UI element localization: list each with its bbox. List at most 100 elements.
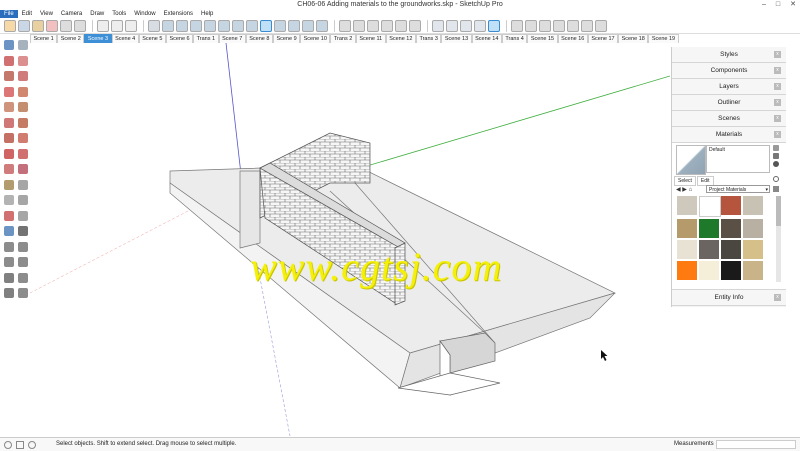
section-cuts-icon[interactable] <box>525 19 537 32</box>
monochrome-icon[interactable] <box>316 19 328 32</box>
back-view-icon[interactable] <box>218 19 230 32</box>
freehand-icon[interactable] <box>18 71 28 81</box>
material-swatch[interactable] <box>699 196 721 217</box>
rectangle-icon[interactable] <box>74 19 86 32</box>
menu-draw[interactable]: Draw <box>86 10 108 18</box>
axes-icon[interactable] <box>4 210 14 221</box>
material-swatch[interactable] <box>677 219 697 238</box>
tab-scene[interactable]: Scene 9 <box>272 34 301 43</box>
tab-scene[interactable]: Trans 3 <box>415 34 442 43</box>
rotate-icon[interactable] <box>18 148 28 159</box>
section-plane-icon[interactable] <box>511 19 523 32</box>
tab-scene[interactable]: Scene 12 <box>385 34 416 43</box>
material-swatch[interactable] <box>743 240 763 259</box>
styles-panel-header[interactable]: Styles x <box>672 47 786 63</box>
material-swatch[interactable] <box>677 261 697 280</box>
close-icon[interactable]: ✕ <box>790 0 796 10</box>
close-icon[interactable]: x <box>774 83 781 90</box>
3d-text-icon[interactable] <box>18 210 28 221</box>
zoom-extents-icon[interactable] <box>4 257 14 267</box>
menu-help[interactable]: Help <box>197 10 217 18</box>
arc-2pt-icon[interactable] <box>18 86 28 97</box>
components-panel-header[interactable]: Components x <box>672 63 786 79</box>
help-icon[interactable] <box>28 441 36 449</box>
top-view-icon[interactable] <box>176 19 188 32</box>
tab-scene[interactable]: Scene 8 <box>245 34 273 43</box>
offset-icon[interactable] <box>18 164 28 174</box>
paint-bucket-icon[interactable] <box>32 19 44 32</box>
create-material-icon[interactable] <box>773 153 779 159</box>
material-swatch[interactable] <box>743 261 763 280</box>
walk-icon[interactable] <box>4 288 14 298</box>
tab-scene[interactable]: Scene 10 <box>300 34 331 43</box>
look-around-icon[interactable] <box>18 272 28 283</box>
maximize-icon[interactable]: □ <box>776 0 780 10</box>
sample-paint-icon[interactable] <box>773 176 779 182</box>
menu-camera[interactable]: Camera <box>57 10 86 18</box>
front-view-icon[interactable] <box>190 19 202 32</box>
tab-scene[interactable]: Scene 6 <box>165 34 194 43</box>
select-icon[interactable] <box>4 19 16 32</box>
eraser-icon[interactable] <box>18 55 28 66</box>
materials-panel-header[interactable]: Materials x <box>672 127 786 143</box>
share-model-icon[interactable] <box>367 19 379 32</box>
section-plane-icon[interactable] <box>18 288 28 298</box>
menu-tools[interactable]: Tools <box>108 10 130 18</box>
zoom-window-icon[interactable] <box>474 19 486 32</box>
material-swatch[interactable] <box>743 196 763 215</box>
right-view-icon[interactable] <box>204 19 216 32</box>
default-material-icon[interactable] <box>773 161 779 167</box>
previous-icon[interactable] <box>18 257 28 267</box>
pencil-icon[interactable] <box>60 19 72 32</box>
menu-extensions[interactable]: Extensions <box>160 10 197 18</box>
scale-icon[interactable] <box>4 164 14 174</box>
close-icon[interactable]: x <box>774 131 781 138</box>
shaded-textures-icon[interactable] <box>260 19 272 32</box>
details-icon[interactable] <box>773 186 779 192</box>
paint-icon[interactable] <box>4 55 14 66</box>
position-camera-icon[interactable] <box>4 272 14 283</box>
rotated-rect-icon[interactable] <box>18 102 28 112</box>
camera-orbit-icon[interactable] <box>432 19 444 32</box>
wireframe-icon[interactable] <box>274 19 286 32</box>
material-swatch[interactable] <box>677 240 697 259</box>
close-icon[interactable]: x <box>774 99 781 106</box>
tape-measure-icon[interactable] <box>4 179 14 190</box>
outliner-panel-header[interactable]: Outliner x <box>672 95 786 111</box>
tab-scene[interactable]: Scene 13 <box>441 34 472 43</box>
tab-scene[interactable]: Scene 2 <box>57 34 85 43</box>
text-icon[interactable] <box>18 195 28 205</box>
components-icon[interactable] <box>353 19 365 32</box>
orbit-icon[interactable] <box>4 226 14 236</box>
guides-icon[interactable] <box>567 19 579 32</box>
rectangle-icon[interactable] <box>4 102 14 112</box>
zoom-extents-icon[interactable] <box>488 19 500 32</box>
measurements-field[interactable] <box>716 440 796 449</box>
back-arrow-icon[interactable]: ◀ <box>676 187 681 193</box>
menu-file[interactable]: File <box>0 10 18 18</box>
material-swatch[interactable] <box>721 196 741 215</box>
forward-arrow-icon[interactable]: ▶ <box>682 187 687 193</box>
select-icon[interactable] <box>4 40 14 50</box>
home-icon[interactable]: ⌂ <box>689 187 693 193</box>
push-pull-icon[interactable] <box>4 133 14 143</box>
circle-icon[interactable] <box>4 117 14 128</box>
tab-scene[interactable]: Scene 19 <box>648 34 679 43</box>
polygon-icon[interactable] <box>18 117 28 128</box>
dimension-icon[interactable] <box>18 179 28 190</box>
arc-icon[interactable] <box>4 86 14 97</box>
tab-scene[interactable]: Trans 4 <box>501 34 528 43</box>
pan-icon[interactable] <box>18 226 28 236</box>
material-swatch[interactable] <box>743 219 763 238</box>
material-swatch[interactable] <box>699 261 719 280</box>
minimize-icon[interactable]: – <box>762 0 766 10</box>
material-swatch[interactable] <box>677 196 697 215</box>
close-icon[interactable]: x <box>774 294 781 301</box>
scenes-panel-header[interactable]: Scenes x <box>672 111 786 127</box>
cancel-icon[interactable] <box>125 19 137 32</box>
undo-icon[interactable] <box>97 19 109 32</box>
material-name-field[interactable]: Default <box>706 145 770 173</box>
eraser-icon[interactable] <box>46 19 58 32</box>
entity-info-panel-header[interactable]: Entity Info x <box>672 290 786 306</box>
cube-icon[interactable] <box>148 19 160 32</box>
